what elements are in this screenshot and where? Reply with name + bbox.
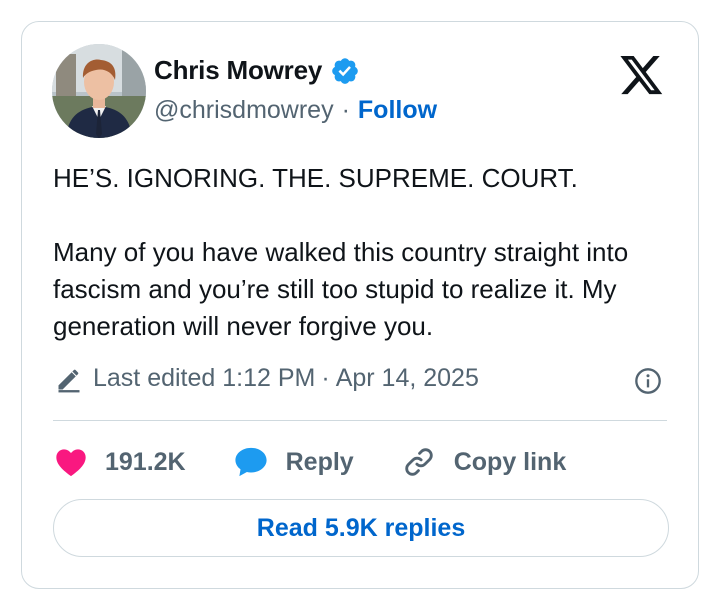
tweet-text: HE’S. IGNORING. THE. SUPREME. COURT. Man…	[53, 160, 683, 345]
follow-button[interactable]: Follow	[358, 96, 437, 125]
copy-link-button[interactable]: Copy link	[402, 445, 567, 479]
author-name-row: Chris Mowrey	[154, 55, 360, 86]
speech-bubble-icon	[235, 447, 267, 477]
separator-dot: ·	[341, 96, 350, 124]
action-bar: 191.2K Reply Copy link	[55, 441, 566, 483]
read-replies-button[interactable]: Read 5.9K replies	[53, 499, 669, 557]
info-icon[interactable]	[634, 367, 662, 395]
author-handle[interactable]: @chrisdmowrey	[154, 96, 334, 125]
author-name[interactable]: Chris Mowrey	[154, 55, 322, 86]
x-logo-icon[interactable]	[620, 56, 664, 96]
divider	[53, 420, 667, 421]
edited-label: Last edited 1:12 PM · Apr 14, 2025	[93, 364, 479, 392]
tweet-paragraph: HE’S. IGNORING. THE. SUPREME. COURT.	[53, 163, 578, 193]
reply-button[interactable]: Reply	[234, 446, 354, 478]
avatar[interactable]	[52, 44, 146, 138]
tweet-paragraph: Many of you have walked this country str…	[53, 237, 629, 341]
link-icon	[405, 448, 433, 476]
edited-info[interactable]: Last edited 1:12 PM · Apr 14, 2025	[55, 364, 479, 393]
like-count: 191.2K	[105, 447, 186, 476]
verified-badge-icon	[332, 57, 358, 84]
reply-label: Reply	[285, 447, 354, 476]
copy-link-label: Copy link	[453, 447, 567, 476]
like-button[interactable]: 191.2K	[55, 447, 186, 477]
heart-icon	[56, 449, 86, 477]
author-handle-row: @chrisdmowrey · Follow	[154, 96, 437, 125]
tweet-card: Chris Mowrey @chrisdmowrey · Follow HE’S…	[21, 21, 699, 589]
pencil-icon	[58, 369, 80, 392]
